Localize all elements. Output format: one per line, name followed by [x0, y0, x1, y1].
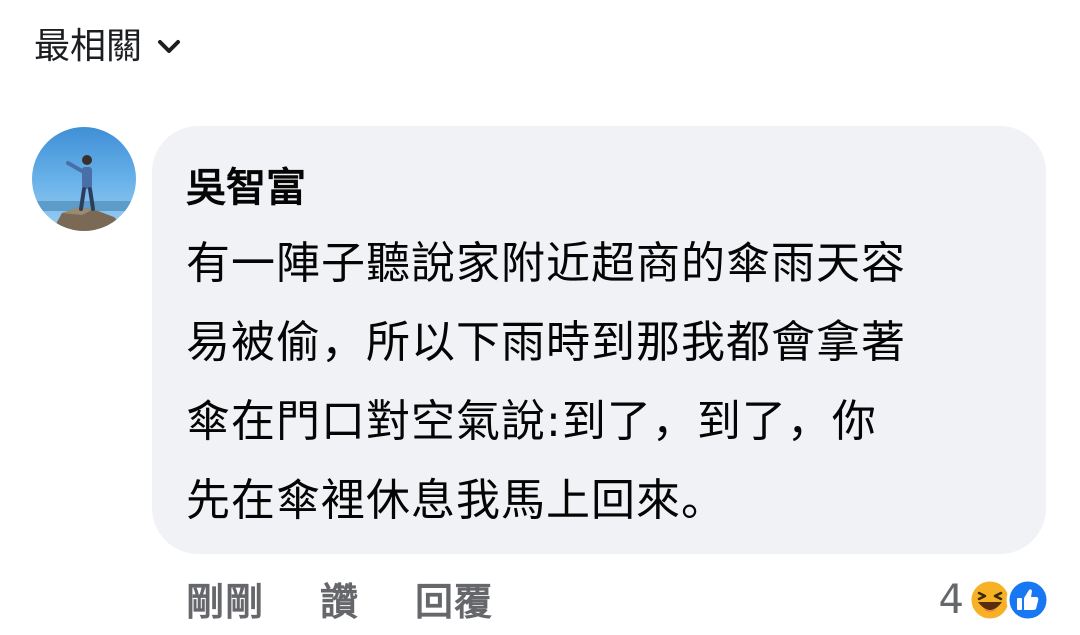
sort-dropdown[interactable]: 最相關 [34, 22, 182, 72]
comment-author[interactable]: 吳智富 [186, 160, 306, 216]
reaction-count: 4 [938, 577, 964, 623]
comment-timestamp[interactable]: 剛剛 [186, 576, 264, 628]
reaction-icons [968, 578, 1050, 622]
comment-text: 有一陣子聽說家附近超商的傘雨天容 易被偷，所以下雨時到那我都會拿著 傘在門口對空… [186, 224, 1016, 540]
sort-label: 最相關 [34, 26, 143, 67]
avatar[interactable] [32, 127, 136, 231]
like-button[interactable]: 讚 [320, 576, 359, 628]
comment-line: 易被偷，所以下雨時到那我都會拿著 [186, 317, 906, 368]
comment-actions: 剛剛 讚 回覆 [186, 576, 493, 628]
comment-line: 傘在門口對空氣說:到了，到了，你 [186, 396, 877, 447]
like-icon [1006, 578, 1050, 622]
reply-button[interactable]: 回覆 [415, 576, 493, 628]
comment-line: 有一陣子聽說家附近超商的傘雨天容 [186, 238, 906, 289]
comment-line: 先在傘裡休息我馬上回來。 [186, 475, 726, 526]
comment-bubble: 吳智富 有一陣子聽說家附近超商的傘雨天容 易被偷，所以下雨時到那我都會拿著 傘在… [152, 126, 1046, 554]
chevron-down-icon [156, 34, 182, 60]
reaction-summary[interactable]: 4 [939, 574, 1050, 626]
